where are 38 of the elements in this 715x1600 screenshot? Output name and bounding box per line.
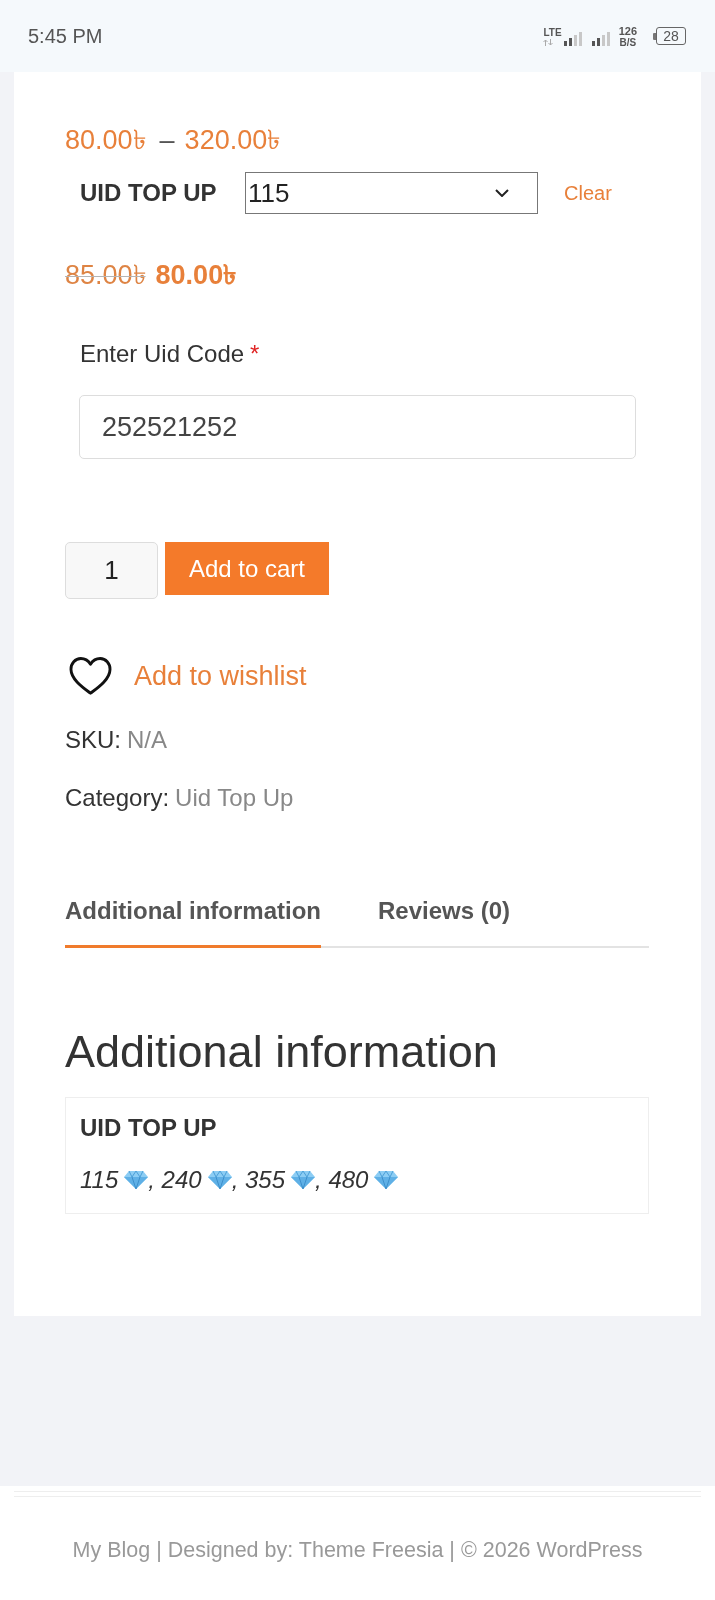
heart-icon[interactable] (69, 656, 112, 696)
sale-price: 80.00৳ (155, 259, 237, 291)
diamond-icon (291, 1170, 316, 1190)
regular-price: 85.00৳ (65, 259, 146, 291)
chevron-down-icon (495, 189, 509, 197)
attribute-value: 115 (80, 1166, 119, 1194)
variation-select[interactable]: 115 (245, 172, 538, 214)
diamond-icon (374, 1170, 399, 1190)
signal-icon (563, 32, 583, 46)
meta-label: Category: (65, 784, 170, 812)
attribute-value: , 480 (315, 1166, 369, 1194)
speed-value: 126 (618, 24, 637, 37)
quantity-input[interactable]: 1 (65, 542, 158, 599)
signal-icon (591, 32, 611, 46)
attribute-value: , 355 (231, 1166, 286, 1194)
uid-input[interactable]: 252521252 (79, 395, 636, 459)
footer-credits: My Blog | Designed by: Theme Freesia | © 2026 WordPress (71, 1537, 644, 1563)
section-heading: Additional information (65, 1025, 499, 1079)
attribute-value: , 240 (148, 1166, 202, 1194)
tab[interactable]: Reviews (0) (378, 897, 511, 948)
required-mark: * (250, 340, 260, 368)
battery-indicator: 28 (653, 27, 686, 45)
up-down-arrows-icon (543, 38, 554, 46)
price-to: 320.00৳ (184, 124, 281, 156)
price-from: 80.00৳ (65, 124, 146, 156)
meta-label: SKU: (65, 726, 121, 754)
status-time: 5:45 PM (28, 24, 103, 49)
diamond-icon (124, 1170, 149, 1190)
network-type: LTE (543, 26, 562, 38)
tab[interactable]: Additional information (65, 897, 321, 948)
diamond-icon (207, 1170, 232, 1190)
uid-field-label: Enter Uid Code (80, 340, 245, 368)
attribute-name: UID TOP UP (80, 1114, 218, 1142)
variation-label: UID TOP UP (80, 178, 218, 208)
speed-unit: B/S (619, 36, 637, 48)
meta-value: N/A (127, 726, 168, 754)
meta-value: Uid Top Up (175, 784, 294, 812)
price-range-dash: – (159, 124, 175, 156)
